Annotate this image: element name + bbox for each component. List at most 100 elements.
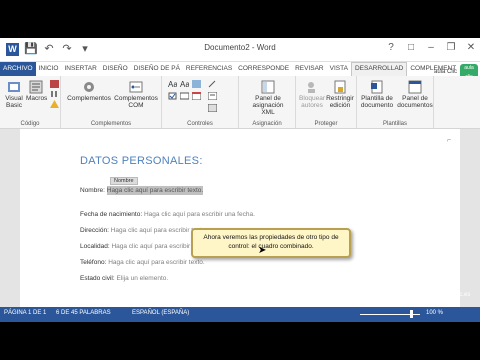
document-panel-icon — [408, 80, 422, 94]
visual-basic-button[interactable]: Visual Basic — [3, 80, 25, 109]
tab-referencias[interactable]: REFERENCIAS — [183, 62, 235, 76]
block-authors-button[interactable]: Bloquear autores — [298, 80, 326, 109]
document-page[interactable]: DATOS PERSONALES: Nombre Nombre: Haga cl… — [20, 129, 460, 307]
checkbox-control-icon[interactable] — [168, 92, 177, 100]
complementos-com-button[interactable]: Complementos COM — [113, 80, 159, 109]
group-label-asignacion: Asignación — [252, 121, 282, 127]
macros-icon — [29, 80, 43, 94]
group-label-plantillas: Plantillas — [382, 121, 407, 127]
rich-text-control-icon[interactable]: Aa — [168, 80, 177, 88]
field-label: Nombre: — [80, 187, 105, 194]
block-authors-label: Bloquear autores — [298, 95, 326, 109]
help-icon[interactable]: ? — [384, 40, 398, 56]
window-controls: ? □ – ❐ ✕ — [384, 40, 478, 56]
com-addins-icon — [129, 81, 143, 93]
record-macro-icon[interactable] — [50, 80, 59, 88]
group-label-codigo: Código — [20, 121, 40, 127]
block-authors-icon — [308, 82, 315, 93]
word-template-icon — [371, 80, 383, 94]
document-template-button[interactable]: Plantilla de documento — [359, 80, 395, 109]
tab-revisar[interactable]: REVISAR — [292, 62, 327, 76]
ribbon-display-icon[interactable]: □ — [404, 40, 418, 56]
tab-desarrollador[interactable]: DESARROLLAD — [350, 62, 408, 76]
design-mode-icon[interactable] — [208, 80, 217, 88]
field-direccion: Dirección: Haga clic aquí para escribir … — [80, 227, 207, 234]
xml-mapping-icon — [261, 80, 275, 94]
document-panel-button[interactable]: Panel de documentos — [397, 80, 433, 109]
group-controles: Aa Aa Controles — [162, 76, 239, 128]
pause-macro-icon[interactable] — [50, 90, 59, 98]
group-plantillas: Plantilla de documento Panel de document… — [357, 76, 434, 128]
field-fecha-nacimiento: Fecha de nacimiento: Haga clic aquí para… — [80, 211, 255, 218]
content-control-fecha[interactable]: Haga clic aquí para escribir una fecha. — [144, 211, 255, 218]
group-proteger: Bloquear autores Restringir edición Prot… — [296, 76, 357, 128]
ribbon-tabs: ARCHIVO INICIO INSERTAR DISEÑO DISEÑO DE… — [0, 62, 480, 76]
tab-vista[interactable]: VISTA — [327, 62, 351, 76]
tab-diseno-pagina[interactable]: DISEÑO DE PÁ — [131, 62, 183, 76]
picture-control-icon[interactable] — [192, 80, 201, 88]
vertical-scrollbar[interactable] — [472, 129, 478, 307]
xml-mapping-label: Panel de asignación XML — [252, 95, 284, 116]
svg-text:Aa: Aa — [180, 80, 189, 88]
complementos-button[interactable]: Complementos — [67, 80, 111, 102]
content-control-nombre[interactable]: Haga clic aquí para escribir texto. — [106, 186, 204, 195]
status-bar: PÁGINA 1 DE 1 6 DE 45 PALABRAS ESPAÑOL (… — [0, 307, 480, 322]
tab-archivo[interactable]: ARCHIVO — [0, 62, 36, 76]
complementos-com-label: Complementos COM — [114, 95, 158, 109]
group-control-icon[interactable] — [208, 104, 217, 112]
xml-mapping-pane-button[interactable]: Panel de asignación XML — [245, 80, 291, 116]
group-label-complementos: Complementos — [90, 121, 132, 127]
visual-basic-label: Visual Basic — [5, 95, 23, 109]
minimize-icon[interactable]: – — [424, 40, 438, 56]
macro-security-icon[interactable] — [50, 100, 59, 108]
mouse-pointer-icon: ➤ — [258, 245, 267, 256]
macros-button[interactable]: Macros — [26, 80, 48, 102]
language-indicator[interactable]: ESPAÑOL (ESPAÑA) — [132, 310, 189, 316]
close-icon[interactable]: ✕ — [464, 40, 478, 56]
field-label: Fecha de nacimiento: — [80, 211, 143, 218]
ribbon: Visual Basic Macros Código Complementos — [0, 76, 480, 129]
group-codigo: Visual Basic Macros Código — [0, 76, 61, 128]
plain-text-control-icon[interactable]: Aa — [180, 80, 189, 88]
tab-correspondencia[interactable]: CORRESPONDE — [235, 62, 292, 76]
field-label: Teléfono: — [80, 259, 107, 266]
zoom-level[interactable]: 100 % — [426, 310, 443, 316]
complementos-label: Complementos — [67, 95, 111, 102]
restrict-editing-label: Restringir edición — [326, 95, 354, 109]
date-picker-control-icon[interactable] — [192, 92, 201, 100]
document-area: DATOS PERSONALES: Nombre Nombre: Haga cl… — [0, 129, 480, 307]
lock-icon — [334, 80, 346, 94]
field-telefono: Teléfono: Haga clic aquí para escribir t… — [80, 259, 205, 266]
word-count[interactable]: 6 DE 45 PALABRAS — [56, 310, 111, 316]
title-bar: W 💾 ↶ ↷ ▾ Documento2 - Word ? □ – ❐ ✕ — [0, 38, 480, 62]
ruler-toggle-icon[interactable]: ⌐ — [447, 137, 451, 144]
restore-icon[interactable]: ❐ — [444, 40, 458, 56]
combo-box-control-icon[interactable] — [180, 92, 189, 100]
zoom-slider-thumb[interactable] — [410, 310, 413, 318]
macros-label: Macros — [26, 95, 48, 102]
content-control-tag[interactable]: Nombre — [110, 177, 138, 185]
watermark: www.aulaclic.es — [428, 292, 471, 298]
properties-icon[interactable] — [208, 92, 217, 100]
field-estado-civil: Estado civil: Elija un elemento. — [80, 275, 168, 282]
gear-icon — [84, 82, 94, 92]
tab-inicio[interactable]: INICIO — [36, 62, 62, 76]
content-control-telefono[interactable]: Haga clic aquí para escribir texto. — [108, 259, 204, 266]
video-frame: W 💾 ↶ ↷ ▾ Documento2 - Word ? □ – ❐ ✕ AR… — [0, 0, 480, 360]
group-asignacion: Panel de asignación XML Asignación — [239, 76, 296, 128]
document-panel-label: Panel de documentos — [397, 95, 433, 109]
field-label: Dirección: — [80, 227, 109, 234]
page-count[interactable]: PÁGINA 1 DE 1 — [4, 310, 46, 316]
tab-insertar[interactable]: INSERTAR — [62, 62, 100, 76]
content-control-estado-civil[interactable]: Elija un elemento. — [117, 275, 169, 282]
word-window: W 💾 ↶ ↷ ▾ Documento2 - Word ? □ – ❐ ✕ AR… — [0, 38, 480, 322]
section-heading: DATOS PERSONALES: — [80, 155, 203, 167]
field-nombre: Nombre: Haga clic aquí para escribir tex… — [80, 186, 204, 195]
group-complementos: Complementos Complementos COM Complement… — [61, 76, 162, 128]
group-label-proteger: Proteger — [314, 121, 338, 127]
restrict-editing-button[interactable]: Restringir edición — [326, 80, 354, 109]
document-template-label: Plantilla de documento — [360, 95, 394, 109]
visual-basic-icon — [8, 82, 20, 92]
tab-diseno[interactable]: DISEÑO — [100, 62, 131, 76]
tutorial-callout: Ahora veremos las propiedades de otro ti… — [191, 228, 351, 258]
